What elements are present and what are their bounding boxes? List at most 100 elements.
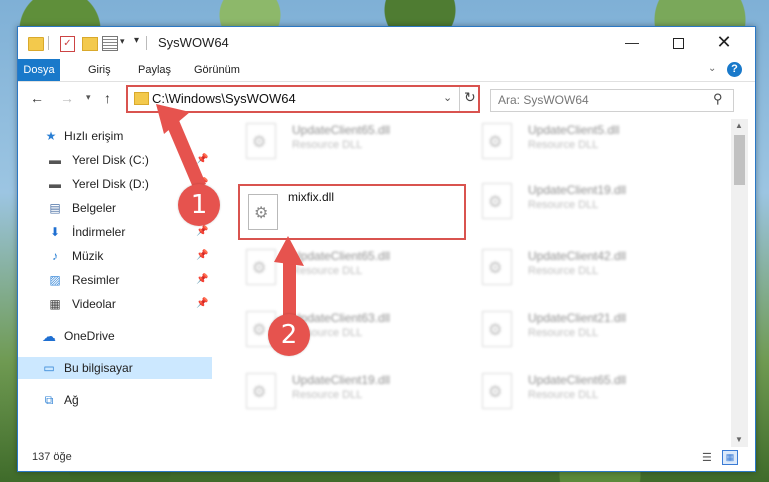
- computer-icon: ▭: [43, 361, 55, 375]
- sidebar-item-this-pc[interactable]: ▭ Bu bilgisayar: [18, 357, 212, 379]
- scroll-down-icon[interactable]: ▼: [735, 435, 743, 444]
- properties-icon[interactable]: [102, 36, 118, 51]
- file-name: UpdateClient5.dll: [528, 123, 620, 137]
- search-input[interactable]: Ara: SysWOW64 ⚲: [490, 89, 734, 112]
- sidebar-item-quick-access[interactable]: ★ Hızlı erişim: [18, 125, 212, 147]
- videos-icon: ▦: [49, 297, 61, 311]
- file-type: Resource DLL: [528, 265, 599, 277]
- navigation-bar: ← → ▾ ↑ C:\Windows\SysWOW64 ⌄ ↻ Ara: Sys…: [18, 82, 755, 118]
- file-type: Resource DLL: [292, 389, 363, 401]
- file-name: UpdateClient19.dll: [528, 183, 627, 197]
- help-icon[interactable]: ?: [727, 62, 742, 77]
- back-button[interactable]: ←: [30, 90, 44, 106]
- refresh-icon[interactable]: ↻: [464, 89, 476, 106]
- quick-access-dropdown-icon[interactable]: ▾: [120, 36, 125, 52]
- file-item[interactable]: UpdateClient19.dll Resource DLL: [458, 179, 678, 223]
- forward-button[interactable]: →: [60, 90, 74, 106]
- customize-toolbar-icon[interactable]: ▾: [134, 35, 139, 51]
- sidebar-item-label: Resimler: [72, 273, 120, 287]
- file-type: Resource DLL: [528, 139, 599, 151]
- window-title: SysWOW64: [158, 35, 229, 50]
- sidebar-item-downloads[interactable]: ⬇ İndirmeler 📌: [18, 221, 212, 243]
- file-item[interactable]: UpdateClient42.dll Resource DLL: [458, 245, 678, 289]
- pictures-icon: ▨: [49, 273, 61, 287]
- sidebar-item-label: Yerel Disk (C:): [72, 153, 149, 167]
- divider: [459, 87, 460, 111]
- sidebar-item-videos[interactable]: ▦ Videolar 📌: [18, 293, 212, 315]
- dll-file-icon: [246, 373, 276, 409]
- documents-icon: ▤: [49, 201, 61, 215]
- star-icon: ★: [45, 129, 57, 143]
- downloads-icon: ⬇: [49, 225, 61, 239]
- details-view-icon[interactable]: ☰: [702, 451, 712, 464]
- expand-ribbon-icon[interactable]: ⌄: [708, 63, 716, 74]
- tab-view[interactable]: Görünüm: [186, 59, 248, 81]
- file-item[interactable]: UpdateClient65.dll Resource DLL: [458, 369, 678, 413]
- recent-locations-button[interactable]: ▾: [86, 92, 91, 103]
- sidebar-item-pictures[interactable]: ▨ Resimler 📌: [18, 269, 212, 291]
- file-name: UpdateClient65.dll: [528, 373, 627, 387]
- file-name: UpdateClient42.dll: [528, 249, 627, 263]
- large-icons-view-icon[interactable]: ▦: [722, 450, 738, 465]
- navigation-pane: ★ Hızlı erişim ▬ Yerel Disk (C:) 📌 ▬ Yer…: [18, 119, 214, 449]
- address-dropdown-icon[interactable]: ⌄: [443, 91, 452, 104]
- sidebar-item-label: OneDrive: [64, 329, 115, 343]
- sidebar-item-label: Müzik: [72, 249, 104, 263]
- file-item[interactable]: UpdateClient5.dll Resource DLL: [458, 119, 678, 163]
- vertical-scrollbar[interactable]: ▲ ▼: [731, 119, 748, 449]
- item-count: 137 öğe: [32, 451, 72, 463]
- file-type: Resource DLL: [528, 389, 599, 401]
- tab-share[interactable]: Paylaş: [130, 59, 179, 81]
- sidebar-item-label: Ağ: [64, 393, 79, 407]
- dll-file-icon: [246, 249, 276, 285]
- dll-file-icon: [482, 249, 512, 285]
- sidebar-item-label: Videolar: [72, 297, 116, 311]
- address-bar[interactable]: C:\Windows\SysWOW64 ⌄ ↻: [126, 85, 480, 113]
- drive-icon: ▬: [49, 177, 61, 191]
- drive-icon: ▬: [49, 153, 61, 167]
- tab-home[interactable]: Giriş: [80, 59, 119, 81]
- file-item-mixfix[interactable]: mixfix.dll: [238, 184, 466, 240]
- ribbon-tabs: Dosya Giriş Paylaş Görünüm ⌄ ?: [18, 59, 755, 82]
- folder-icon: [28, 37, 44, 51]
- sidebar-item-network[interactable]: ⧉ Ağ: [18, 389, 212, 411]
- maximize-button[interactable]: [655, 27, 701, 57]
- minimize-button[interactable]: —: [609, 27, 655, 57]
- file-type: Resource DLL: [292, 139, 363, 151]
- sidebar-item-onedrive[interactable]: ☁ OneDrive: [18, 325, 212, 347]
- file-item[interactable]: UpdateClient65.dll Resource DLL: [222, 245, 442, 289]
- file-item[interactable]: UpdateClient65.dll Resource DLL: [222, 119, 442, 163]
- scroll-thumb[interactable]: [734, 135, 745, 185]
- sidebar-item-label: Bu bilgisayar: [64, 361, 133, 375]
- tab-file[interactable]: Dosya: [18, 59, 60, 81]
- maximize-icon: [672, 37, 684, 49]
- sidebar-item-local-disk-c[interactable]: ▬ Yerel Disk (C:) 📌: [18, 149, 212, 171]
- sidebar-item-music[interactable]: ♪ Müzik 📌: [18, 245, 212, 267]
- dll-file-icon: [482, 373, 512, 409]
- properties-check-icon[interactable]: ✓: [60, 36, 75, 52]
- up-button[interactable]: ↑: [104, 90, 111, 106]
- divider: [48, 36, 49, 50]
- scroll-up-icon[interactable]: ▲: [735, 121, 743, 130]
- sidebar-item-label: Belgeler: [72, 201, 117, 215]
- file-name: UpdateClient65.dll: [292, 249, 391, 263]
- dll-file-icon: [482, 123, 512, 159]
- file-name: UpdateClient21.dll: [528, 311, 627, 325]
- dll-file-icon: [482, 311, 512, 347]
- file-item[interactable]: UpdateClient63.dll Resource DLL: [222, 307, 442, 351]
- close-button[interactable]: ✕: [701, 27, 747, 57]
- new-folder-icon[interactable]: [82, 37, 98, 51]
- music-icon: ♪: [52, 249, 58, 263]
- status-bar: 137 öğe ☰ ▦: [18, 447, 755, 469]
- search-icon[interactable]: ⚲: [713, 91, 723, 107]
- file-item[interactable]: UpdateClient21.dll Resource DLL: [458, 307, 678, 351]
- callout-2-badge: 2: [268, 314, 310, 356]
- dll-file-icon: [482, 183, 512, 219]
- file-item[interactable]: UpdateClient19.dll Resource DLL: [222, 369, 442, 413]
- sidebar-item-label: İndirmeler: [72, 225, 126, 239]
- file-name: mixfix.dll: [288, 190, 335, 204]
- dll-file-icon: [246, 123, 276, 159]
- sidebar-item-label: Yerel Disk (D:): [72, 177, 149, 191]
- dll-file-icon: [248, 194, 278, 230]
- address-path[interactable]: C:\Windows\SysWOW64: [152, 91, 296, 106]
